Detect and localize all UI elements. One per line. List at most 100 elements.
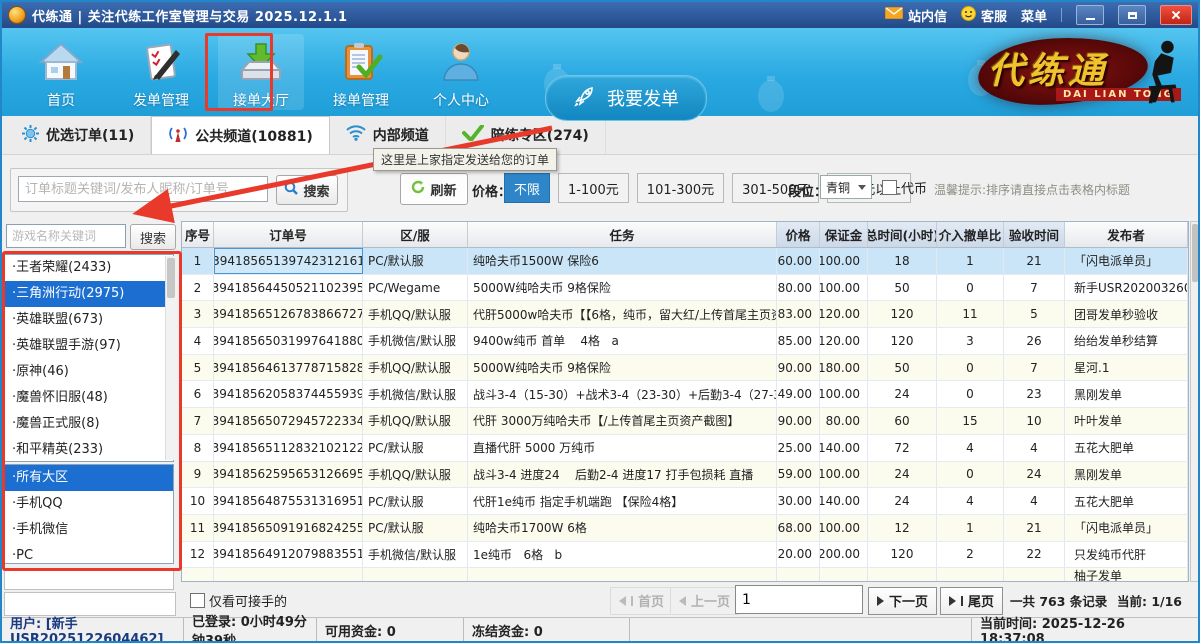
prev-page-button[interactable]: 上一页 <box>670 587 739 615</box>
last-page-button[interactable]: 尾页 <box>940 587 1003 615</box>
table-row[interactable]: 139418565139742312161PC/默认服纯哈夫币1500W 保险6… <box>182 248 1188 275</box>
table-cell: 180.00 <box>820 355 868 381</box>
app-window: 代练通 | 关注代练工作室管理与交易 2025.12.1.1 站内信 客服 菜单… <box>0 0 1200 643</box>
nav-item-accept-hall[interactable]: 接单大厅 <box>218 34 304 110</box>
table-header-cell[interactable]: 验收时间 <box>1004 222 1065 247</box>
table-header-cell[interactable]: 任务 <box>468 222 777 247</box>
game-list-item[interactable]: ·王者荣耀(2433) <box>5 255 173 281</box>
table-row[interactable]: 239418564450521102395PC/Wegame5000W纯哈夫币 … <box>182 275 1188 302</box>
table-cell: 120.00 <box>820 301 868 327</box>
refresh-button[interactable]: 刷新 <box>400 173 468 205</box>
token-filter[interactable]: 代币 <box>882 178 927 197</box>
logo-title: 代练通 <box>988 42 1108 94</box>
table-header-cell[interactable]: 保证金 <box>820 222 868 247</box>
tab-label: 内部频道 <box>373 125 429 145</box>
zone-list-item[interactable]: ·PC <box>5 543 173 564</box>
table-row[interactable]: 939418562595653126695手机QQ/默认服战斗3-4 进度24 … <box>182 462 1188 489</box>
profile-icon <box>418 38 504 86</box>
table-cell: 0 <box>937 462 1004 488</box>
table-cell: 24 <box>868 381 937 407</box>
chevron-down-icon <box>858 185 866 190</box>
game-list-item[interactable]: ·三角洲行动(2975) <box>5 281 173 307</box>
game-list-item[interactable]: ·魔兽怀旧服(48) <box>5 385 173 411</box>
nav-item-label: 发单管理 <box>118 90 204 110</box>
publish-order-button[interactable]: 我要发单 <box>545 75 707 121</box>
nav-item-profile[interactable]: 个人中心 <box>418 34 504 110</box>
nav-item-accept-manage[interactable]: 接单管理 <box>318 34 404 110</box>
table-cell: 10 <box>182 488 214 514</box>
nav-item-home[interactable]: 首页 <box>18 34 104 110</box>
price-option-0[interactable]: 不限 <box>504 173 550 203</box>
next-page-button[interactable]: 下一页 <box>868 587 937 615</box>
table-cell: 5000W纯哈夫币 9格保险 <box>468 355 777 381</box>
table-scrollbar[interactable] <box>1190 221 1200 582</box>
table-cell: 140.00 <box>820 435 868 461</box>
table-row[interactable]: 439418565031997641880手机微信/默认服9400w纯币 首单 … <box>182 328 1188 355</box>
status-current-time: 当前时间: 2025-12-26 18:37:08 <box>972 618 1198 642</box>
page-number-input[interactable] <box>735 585 863 614</box>
rank-select[interactable]: 青铜 <box>820 175 872 199</box>
game-list-item[interactable]: ·和平精英(233) <box>5 437 173 462</box>
table-row[interactable]: 539418564613778715828手机QQ/默认服5000W纯哈夫币 9… <box>182 355 1188 382</box>
table-row[interactable]: 739418565072945722334手机QQ/默认服代肝 3000万纯哈夫… <box>182 408 1188 435</box>
token-checkbox[interactable] <box>882 180 897 195</box>
table-cell: 4 <box>1004 435 1065 461</box>
game-list-scrollbar[interactable] <box>165 256 177 460</box>
table-cell: 1 <box>937 248 1004 274</box>
table-row[interactable]: 1239418564912079883551手机微信/默认服1e纯币 6格 b4… <box>182 542 1188 569</box>
table-cell <box>868 568 937 582</box>
table-row-partial[interactable]: 柚子发单 <box>182 568 1188 582</box>
table-row[interactable]: 839418565112832102122PC/默认服直播代肝 5000 万纯币… <box>182 435 1188 462</box>
zone-list-item[interactable]: ·手机QQ <box>5 491 173 517</box>
table-header-cell[interactable]: 序号 <box>182 222 214 247</box>
table-cell: 21 <box>1004 248 1065 274</box>
table-header-cell[interactable]: 发布者 <box>1065 222 1188 247</box>
table-cell: 3 <box>182 301 214 327</box>
table-cell: 代肝5000w哈夫币【【6格，纯币，留大红/上传首尾主页资 <box>468 301 777 327</box>
next-page-label: 下一页 <box>889 591 928 610</box>
table-header-cell[interactable]: 总时间(小时) <box>868 222 937 247</box>
sidebar-empty-panel <box>4 568 174 590</box>
table-row[interactable]: 1139418565091916824255PC/默认服纯哈夫币1700W 6格… <box>182 515 1188 542</box>
minimize-button[interactable] <box>1076 5 1104 25</box>
tab-pick-orders[interactable]: 优选订单(11) <box>6 116 151 154</box>
table-header-cell[interactable]: 订单号 <box>214 222 363 247</box>
first-page-button[interactable]: 首页 <box>610 587 673 615</box>
game-list-item[interactable]: ·英雄联盟手游(97) <box>5 333 173 359</box>
table-header-cell[interactable]: 价格 <box>777 222 820 247</box>
last-page-icon <box>949 596 956 606</box>
table-row[interactable]: 1039418564875531316951PC/默认服代肝1e纯币 指定手机端… <box>182 488 1188 515</box>
table-header-cell[interactable]: 介入撤单比 <box>937 222 1004 247</box>
close-button[interactable] <box>1160 5 1192 25</box>
table-header-cell[interactable]: 区/服 <box>363 222 468 247</box>
game-search-button[interactable]: 搜索 <box>130 224 176 250</box>
table-cell: 只发纯币代肝 <box>1065 542 1188 568</box>
maximize-button[interactable] <box>1118 5 1146 25</box>
menu-item[interactable]: 菜单 <box>1021 6 1047 25</box>
table-cell: 代肝1e纯币 指定手机端跑 【保险4格】 <box>468 488 777 514</box>
only-acceptable-filter[interactable]: 仅看可接手的 <box>190 591 287 610</box>
nav-item-send-manage[interactable]: 发单管理 <box>118 34 204 110</box>
game-list-item[interactable]: ·原神(46) <box>5 359 173 385</box>
order-search-input[interactable] <box>18 176 268 202</box>
price-option-2[interactable]: 101-300元 <box>637 173 724 203</box>
table-cell: PC/默认服 <box>363 248 468 274</box>
zone-list-item[interactable]: ·所有大区 <box>5 465 173 491</box>
game-search-input[interactable] <box>6 224 126 248</box>
table-row[interactable]: 339418565126783866727手机QQ/默认服代肝5000w哈夫币【… <box>182 301 1188 328</box>
table-cell: 绐绐发单秒结算 <box>1065 328 1188 354</box>
service-item[interactable]: 客服 <box>961 6 1007 25</box>
only-acceptable-checkbox[interactable] <box>190 593 205 608</box>
game-list-item[interactable]: ·魔兽正式服(8) <box>5 411 173 437</box>
window-title: 代练通 | 关注代练工作室管理与交易 2025.12.1.1 <box>32 6 348 25</box>
game-list-item[interactable]: ·英雄联盟(673) <box>5 307 173 333</box>
mail-item[interactable]: 站内信 <box>885 6 947 25</box>
table-cell: 9 <box>182 462 214 488</box>
tab-public-channel[interactable]: 公共频道(10881) <box>151 116 330 154</box>
table-cell: 120 <box>868 328 937 354</box>
table-row[interactable]: 639418562058374455939手机微信/默认服战斗3-4（15-30… <box>182 381 1188 408</box>
price-option-1[interactable]: 1-100元 <box>558 173 629 203</box>
table-cell: 2 <box>937 542 1004 568</box>
zone-list-item[interactable]: ·手机微信 <box>5 517 173 543</box>
order-search-button[interactable]: 搜索 <box>276 175 338 205</box>
